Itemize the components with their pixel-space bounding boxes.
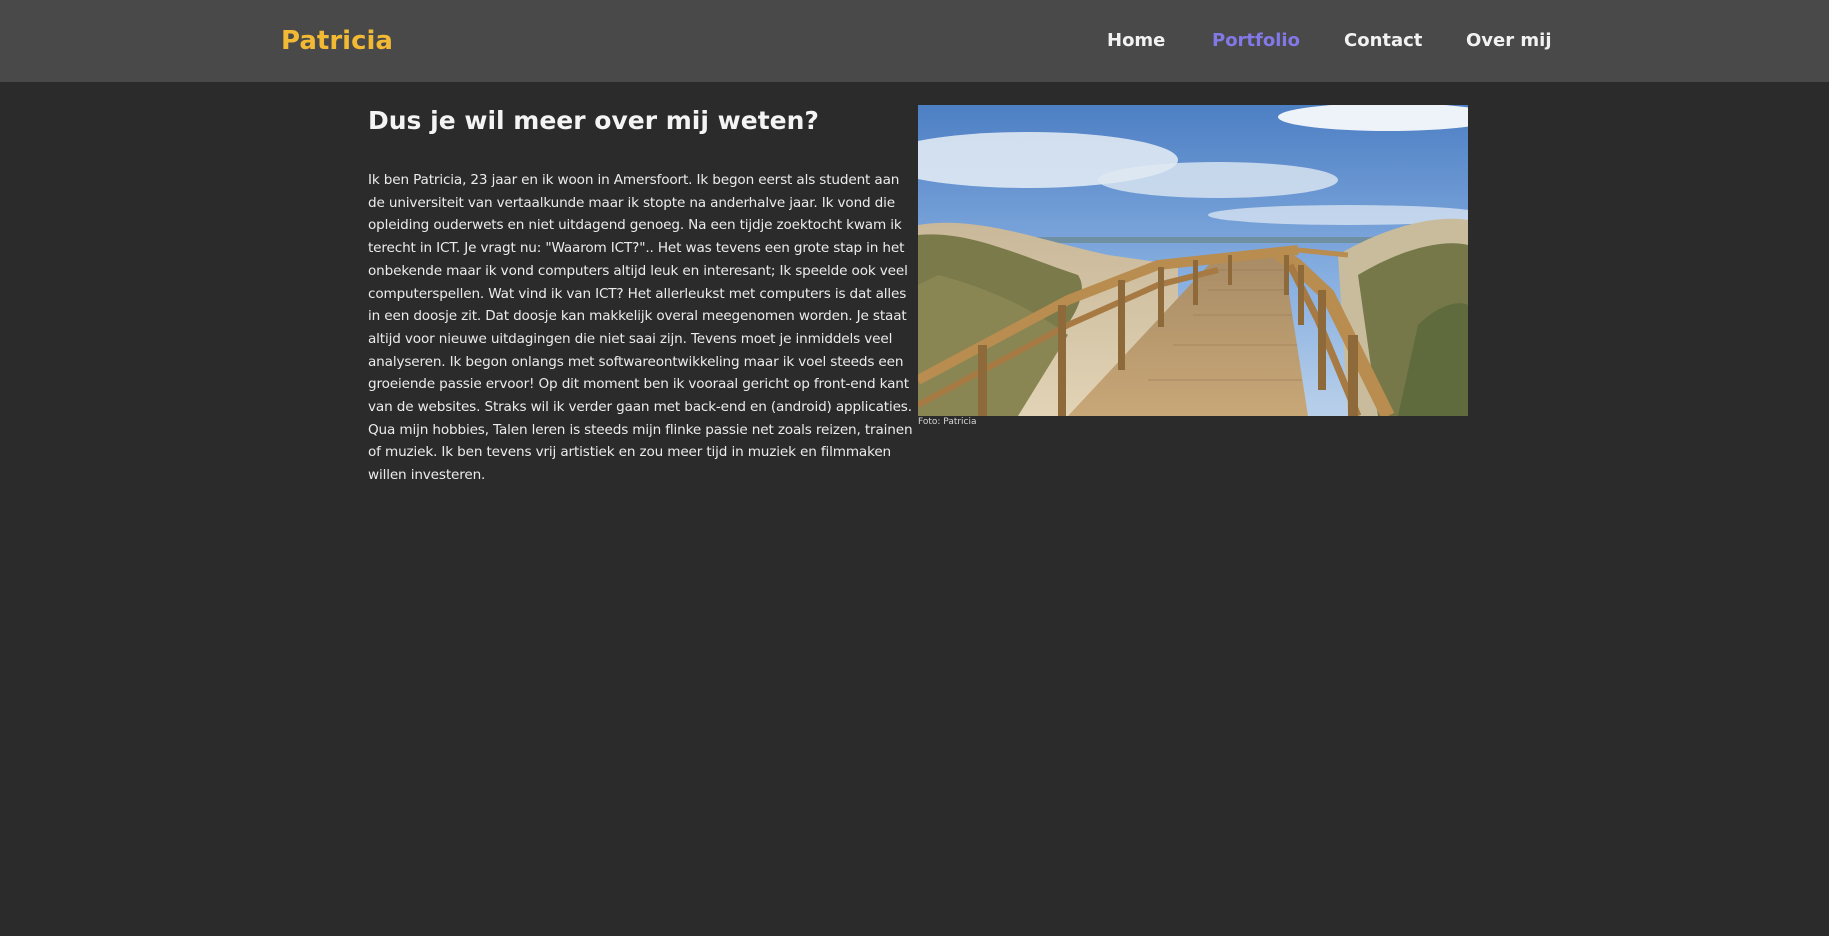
boardwalk-photo bbox=[918, 105, 1468, 416]
nav-contact[interactable]: Contact bbox=[1344, 30, 1422, 52]
nav-home[interactable]: Home bbox=[1107, 30, 1165, 52]
nav-over-mij[interactable]: Over mij bbox=[1466, 30, 1551, 52]
brand-logo[interactable]: Patricia bbox=[281, 24, 393, 58]
about-paragraph: Ik ben Patricia, 23 jaar en ik woon in A… bbox=[368, 172, 912, 416]
page-title: Dus je wil meer over mij weten? bbox=[368, 106, 819, 135]
photo-caption: Foto: Patricia bbox=[918, 417, 977, 427]
nav-portfolio[interactable]: Portfolio bbox=[1212, 30, 1300, 52]
navbar: Patricia Home Portfolio Contact Over mij bbox=[0, 0, 1829, 82]
hobbies-paragraph: Qua mijn hobbies, Talen leren is steeds … bbox=[368, 421, 913, 484]
about-text: Ik ben Patricia, 23 jaar en ik woon in A… bbox=[368, 169, 916, 487]
